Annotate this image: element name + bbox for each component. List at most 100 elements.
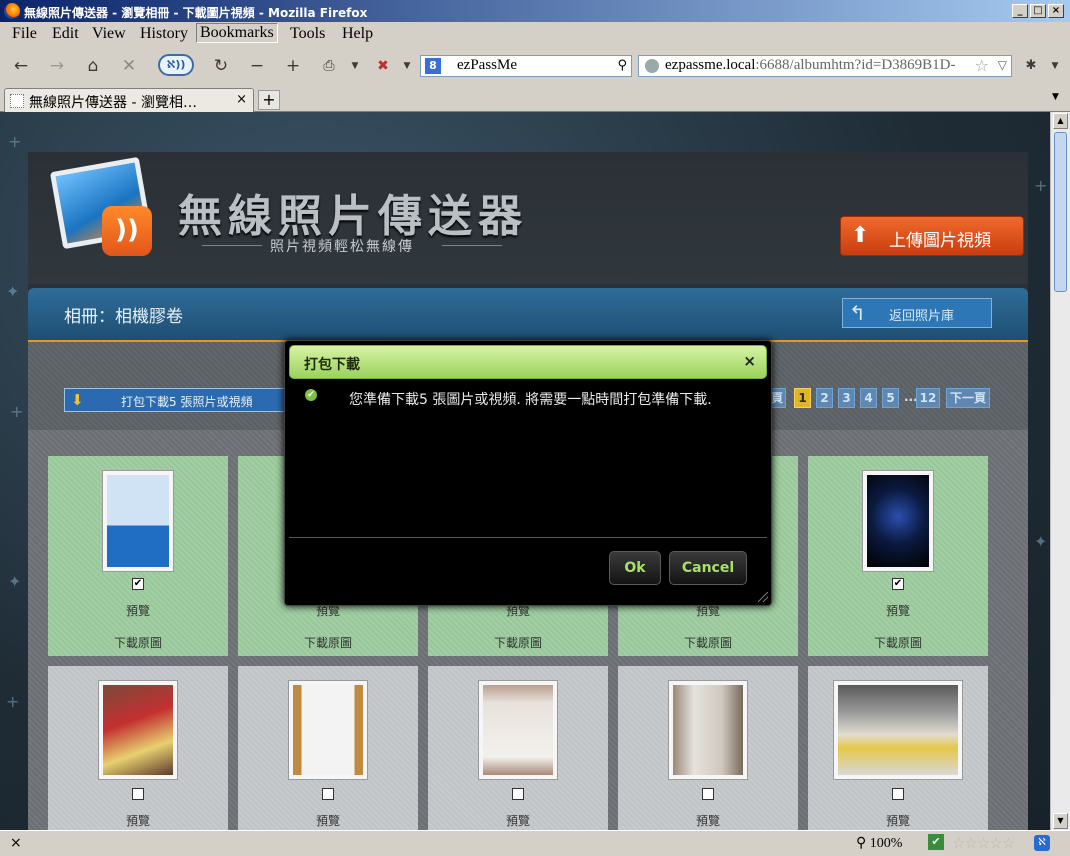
- print-dropdown-icon[interactable]: ▼: [344, 55, 366, 77]
- download-original-link[interactable]: 下載原圖: [238, 634, 418, 651]
- pager-page-3[interactable]: 3: [838, 388, 855, 408]
- preview-link[interactable]: 預覽: [618, 812, 798, 829]
- preview-link[interactable]: 預覽: [48, 812, 228, 829]
- photo-thumbnail[interactable]: [98, 680, 178, 780]
- preview-link[interactable]: 預覽: [808, 602, 988, 619]
- preview-link[interactable]: 預覽: [428, 812, 608, 829]
- batch-download-label: 打包下載5 張照片或視頻: [121, 395, 253, 409]
- menu-history[interactable]: History: [140, 25, 188, 43]
- rating-stars-icon[interactable]: ☆☆☆☆☆: [952, 834, 1015, 852]
- photo-card[interactable]: ✔ 預覽 下載原圖: [48, 456, 228, 656]
- back-to-library-button[interactable]: ↰ 返回照片庫: [842, 298, 992, 328]
- block-dropdown-icon[interactable]: ▼: [396, 55, 418, 77]
- search-engine-icon[interactable]: 8: [425, 58, 441, 74]
- photo-thumbnail[interactable]: [668, 680, 748, 780]
- upload-button[interactable]: ⬆ 上傳圖片視頻: [840, 216, 1024, 256]
- maximize-button[interactable]: □: [1030, 4, 1046, 18]
- print-icon[interactable]: ⎙: [318, 55, 340, 77]
- batch-download-button[interactable]: ⬇ 打包下載5 張照片或視頻: [64, 388, 314, 412]
- pager-page-last[interactable]: 12: [916, 388, 940, 408]
- back-icon[interactable]: ←: [10, 55, 32, 77]
- site-identity-icon[interactable]: [645, 59, 659, 73]
- close-window-button[interactable]: ×: [1048, 4, 1064, 18]
- download-original-link[interactable]: 下載原圖: [428, 634, 608, 651]
- site-subtitle: 照片視頻輕松無線傳: [270, 239, 414, 255]
- zoom-out-icon[interactable]: −: [246, 55, 268, 77]
- photo-card[interactable]: 預覽: [808, 666, 988, 830]
- resize-grip-icon[interactable]: [758, 592, 768, 602]
- home-icon[interactable]: ⌂: [82, 55, 104, 77]
- pager-page-5[interactable]: 5: [882, 388, 899, 408]
- photo-thumbnail[interactable]: [288, 680, 368, 780]
- photo-thumbnail[interactable]: [478, 680, 558, 780]
- tab-active[interactable]: 無線照片傳送器 - 瀏覽相… ×: [4, 88, 254, 112]
- select-checkbox[interactable]: [702, 788, 714, 800]
- menu-bookmarks[interactable]: Bookmarks: [196, 23, 278, 43]
- photo-card[interactable]: 預覽: [238, 666, 418, 830]
- photo-card[interactable]: ✔ 預覽 下載原圖: [808, 456, 988, 656]
- pager-page-4[interactable]: 4: [860, 388, 877, 408]
- stop-icon[interactable]: ✕: [118, 55, 140, 77]
- sparkle-decoration: +: [1034, 176, 1048, 195]
- reload-icon[interactable]: ↻: [210, 55, 232, 77]
- cancel-button[interactable]: Cancel: [669, 551, 747, 585]
- menu-file[interactable]: File: [12, 25, 37, 43]
- wardrobe-image: [673, 685, 743, 775]
- select-checkbox[interactable]: [132, 788, 144, 800]
- select-checkbox[interactable]: [512, 788, 524, 800]
- scroll-thumb[interactable]: [1054, 132, 1067, 292]
- bookmark-star-icon[interactable]: ☆: [975, 56, 989, 75]
- addon-bug-icon[interactable]: ✱: [1020, 55, 1042, 77]
- divider: [442, 245, 502, 246]
- toolbar-overflow-icon[interactable]: ▼: [1044, 55, 1066, 77]
- menu-tools[interactable]: Tools: [290, 25, 325, 43]
- pager-next[interactable]: 下一頁: [946, 388, 990, 408]
- tab-list-icon[interactable]: ▼: [1052, 92, 1059, 102]
- tab-title: 無線照片傳送器 - 瀏覽相…: [29, 95, 197, 111]
- scroll-up-icon[interactable]: ▲: [1053, 113, 1068, 129]
- forward-icon[interactable]: →: [46, 55, 68, 77]
- url-dropdown-icon[interactable]: ▽: [998, 58, 1007, 72]
- photo-card[interactable]: 預覽: [428, 666, 608, 830]
- photo-thumbnail[interactable]: [102, 470, 174, 572]
- photo-card[interactable]: 預覽: [48, 666, 228, 830]
- pager-page-1[interactable]: 1: [794, 388, 811, 408]
- url-input[interactable]: ezpassme.local:6688/albumhtm?id=D3869B1D…: [638, 55, 1012, 77]
- photo-thumbnail[interactable]: [862, 470, 934, 572]
- preview-link[interactable]: 預覽: [48, 602, 228, 619]
- album-title: 相冊：相機膠卷: [64, 307, 183, 327]
- search-icon[interactable]: ⚲: [617, 58, 627, 73]
- ezpassme-status-icon[interactable]: ℵ: [1034, 835, 1050, 851]
- new-tab-button[interactable]: +: [258, 90, 280, 110]
- divider: [202, 245, 262, 246]
- download-original-link[interactable]: 下載原圖: [808, 634, 988, 651]
- vertical-scrollbar[interactable]: ▲ ▼: [1050, 112, 1070, 830]
- preview-link[interactable]: 預覽: [808, 812, 988, 829]
- select-checkbox[interactable]: [892, 788, 904, 800]
- block-icon[interactable]: ✖: [372, 55, 394, 77]
- select-checkbox[interactable]: ✔: [132, 578, 144, 590]
- select-checkbox[interactable]: ✔: [892, 578, 904, 590]
- search-input[interactable]: 8 ezPassMe ⚲: [420, 55, 632, 77]
- dialog-close-icon[interactable]: ×: [743, 352, 756, 370]
- check-addon-icon[interactable]: ✔: [928, 834, 944, 850]
- ok-button[interactable]: Ok: [609, 551, 661, 585]
- zoom-icon[interactable]: ⚲: [856, 836, 866, 851]
- photo-card[interactable]: 預覽: [618, 666, 798, 830]
- close-addon-bar-icon[interactable]: ×: [10, 835, 22, 851]
- status-bar: × ⚲ 100% ✔ ☆☆☆☆☆ ℵ: [0, 830, 1070, 856]
- pager-page-2[interactable]: 2: [816, 388, 833, 408]
- photo-thumbnail[interactable]: [833, 680, 963, 780]
- menu-help[interactable]: Help: [342, 25, 373, 43]
- ezpassme-addon-button[interactable]: ℵ)): [158, 54, 194, 76]
- download-original-link[interactable]: 下載原圖: [618, 634, 798, 651]
- download-original-link[interactable]: 下載原圖: [48, 634, 228, 651]
- zoom-in-icon[interactable]: +: [282, 55, 304, 77]
- menu-edit[interactable]: Edit: [52, 25, 79, 43]
- tab-close-icon[interactable]: ×: [236, 92, 247, 107]
- minimize-button[interactable]: _: [1012, 4, 1028, 18]
- scroll-down-icon[interactable]: ▼: [1053, 813, 1068, 829]
- menu-view[interactable]: View: [92, 25, 126, 43]
- preview-link[interactable]: 預覽: [238, 812, 418, 829]
- select-checkbox[interactable]: [322, 788, 334, 800]
